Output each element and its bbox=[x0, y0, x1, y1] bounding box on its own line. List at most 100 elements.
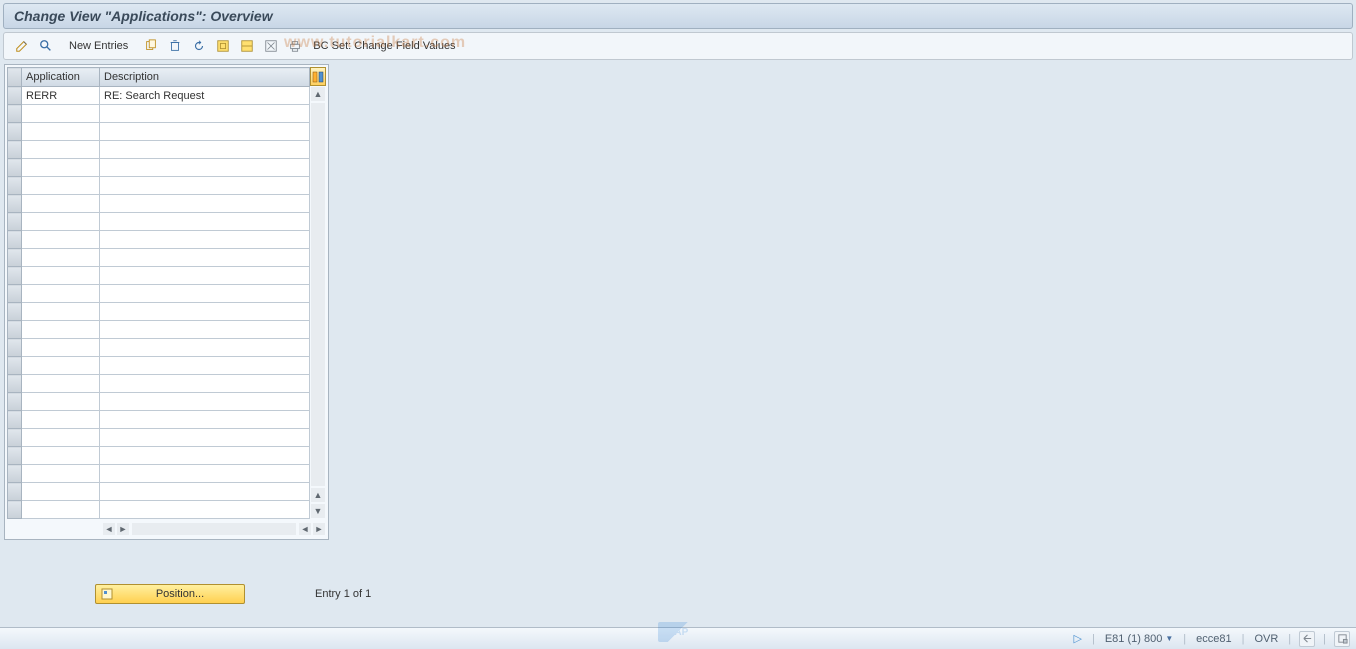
new-entries-button[interactable]: New Entries bbox=[60, 36, 137, 56]
cell-description[interactable] bbox=[100, 123, 310, 141]
copy-as-icon[interactable] bbox=[141, 36, 161, 56]
session-dropdown-icon[interactable]: ▼ bbox=[1165, 634, 1173, 643]
column-header-description[interactable]: Description bbox=[100, 68, 310, 87]
status-message-arrow-icon[interactable]: ▷ bbox=[1072, 632, 1084, 645]
table-row[interactable] bbox=[8, 501, 310, 519]
cell-application[interactable] bbox=[22, 105, 100, 123]
row-selector[interactable] bbox=[8, 357, 22, 375]
cell-application[interactable] bbox=[22, 429, 100, 447]
vertical-scroll-track[interactable] bbox=[311, 103, 325, 486]
table-row[interactable]: RERRRE: Search Request bbox=[8, 87, 310, 105]
row-selector[interactable] bbox=[8, 87, 22, 105]
row-selector[interactable] bbox=[8, 483, 22, 501]
cell-description[interactable] bbox=[100, 375, 310, 393]
table-row[interactable] bbox=[8, 123, 310, 141]
cell-application[interactable] bbox=[22, 267, 100, 285]
cell-description[interactable] bbox=[100, 429, 310, 447]
cell-application[interactable] bbox=[22, 123, 100, 141]
table-row[interactable] bbox=[8, 231, 310, 249]
row-selector-header[interactable] bbox=[8, 68, 22, 87]
position-button[interactable]: Position... bbox=[95, 584, 245, 604]
deselect-all-icon[interactable] bbox=[261, 36, 281, 56]
cell-description[interactable] bbox=[100, 339, 310, 357]
cell-description[interactable] bbox=[100, 213, 310, 231]
toggle-display-change-icon[interactable] bbox=[12, 36, 32, 56]
horizontal-scrollbar[interactable]: ◄ ► ◄ ► bbox=[7, 521, 326, 537]
cell-description[interactable] bbox=[100, 231, 310, 249]
column-header-application[interactable]: Application bbox=[22, 68, 100, 87]
row-selector[interactable] bbox=[8, 123, 22, 141]
select-block-icon[interactable] bbox=[237, 36, 257, 56]
table-settings-icon[interactable] bbox=[310, 67, 326, 86]
cell-description[interactable] bbox=[100, 177, 310, 195]
cell-application[interactable] bbox=[22, 159, 100, 177]
select-all-icon[interactable] bbox=[213, 36, 233, 56]
row-selector[interactable] bbox=[8, 411, 22, 429]
cell-description[interactable] bbox=[100, 105, 310, 123]
cell-application[interactable] bbox=[22, 393, 100, 411]
table-row[interactable] bbox=[8, 213, 310, 231]
cell-description[interactable] bbox=[100, 267, 310, 285]
applications-table[interactable]: Application Description RERRRE: Search R… bbox=[7, 67, 310, 519]
cell-description[interactable] bbox=[100, 483, 310, 501]
row-selector[interactable] bbox=[8, 501, 22, 519]
row-selector[interactable] bbox=[8, 447, 22, 465]
cell-application[interactable] bbox=[22, 375, 100, 393]
cell-application[interactable] bbox=[22, 321, 100, 339]
cell-application[interactable] bbox=[22, 213, 100, 231]
cell-description[interactable] bbox=[100, 411, 310, 429]
cell-description[interactable] bbox=[100, 357, 310, 375]
table-row[interactable] bbox=[8, 411, 310, 429]
cell-application[interactable] bbox=[22, 357, 100, 375]
row-selector[interactable] bbox=[8, 213, 22, 231]
row-selector[interactable] bbox=[8, 249, 22, 267]
table-row[interactable] bbox=[8, 195, 310, 213]
cell-application[interactable] bbox=[22, 465, 100, 483]
row-selector[interactable] bbox=[8, 141, 22, 159]
table-row[interactable] bbox=[8, 141, 310, 159]
scroll-right-icon[interactable]: ► bbox=[117, 523, 129, 535]
table-row[interactable] bbox=[8, 285, 310, 303]
row-selector[interactable] bbox=[8, 321, 22, 339]
row-selector[interactable] bbox=[8, 177, 22, 195]
row-selector[interactable] bbox=[8, 375, 22, 393]
row-selector[interactable] bbox=[8, 159, 22, 177]
cell-application[interactable] bbox=[22, 483, 100, 501]
cell-description[interactable] bbox=[100, 159, 310, 177]
cell-description[interactable] bbox=[100, 249, 310, 267]
configuration-icon[interactable] bbox=[285, 36, 305, 56]
cell-application[interactable] bbox=[22, 303, 100, 321]
cell-description[interactable] bbox=[100, 285, 310, 303]
vertical-scrollbar[interactable]: ▲ ▲ ▼ bbox=[310, 67, 326, 519]
table-row[interactable] bbox=[8, 483, 310, 501]
cell-application[interactable] bbox=[22, 141, 100, 159]
scroll-down-icon[interactable]: ▼ bbox=[311, 504, 325, 518]
row-selector[interactable] bbox=[8, 303, 22, 321]
row-selector[interactable] bbox=[8, 393, 22, 411]
cell-application[interactable] bbox=[22, 501, 100, 519]
cell-application[interactable] bbox=[22, 411, 100, 429]
cell-description[interactable] bbox=[100, 303, 310, 321]
status-session[interactable]: E81 (1) 800 ▼ bbox=[1103, 633, 1175, 645]
undo-change-icon[interactable] bbox=[189, 36, 209, 56]
cell-description[interactable] bbox=[100, 465, 310, 483]
cell-application[interactable] bbox=[22, 195, 100, 213]
scroll-page-up-icon[interactable]: ▲ bbox=[311, 488, 325, 502]
table-row[interactable] bbox=[8, 447, 310, 465]
cell-application[interactable] bbox=[22, 231, 100, 249]
row-selector[interactable] bbox=[8, 105, 22, 123]
table-row[interactable] bbox=[8, 303, 310, 321]
table-row[interactable] bbox=[8, 393, 310, 411]
row-selector[interactable] bbox=[8, 195, 22, 213]
cell-application[interactable] bbox=[22, 285, 100, 303]
table-row[interactable] bbox=[8, 159, 310, 177]
table-row[interactable] bbox=[8, 375, 310, 393]
cell-application[interactable] bbox=[22, 177, 100, 195]
cell-application[interactable] bbox=[22, 447, 100, 465]
horizontal-scroll-track[interactable] bbox=[132, 523, 296, 535]
row-selector[interactable] bbox=[8, 465, 22, 483]
table-row[interactable] bbox=[8, 357, 310, 375]
interaction-log-icon[interactable] bbox=[1334, 631, 1350, 647]
cell-application[interactable]: RERR bbox=[22, 87, 100, 105]
table-row[interactable] bbox=[8, 429, 310, 447]
